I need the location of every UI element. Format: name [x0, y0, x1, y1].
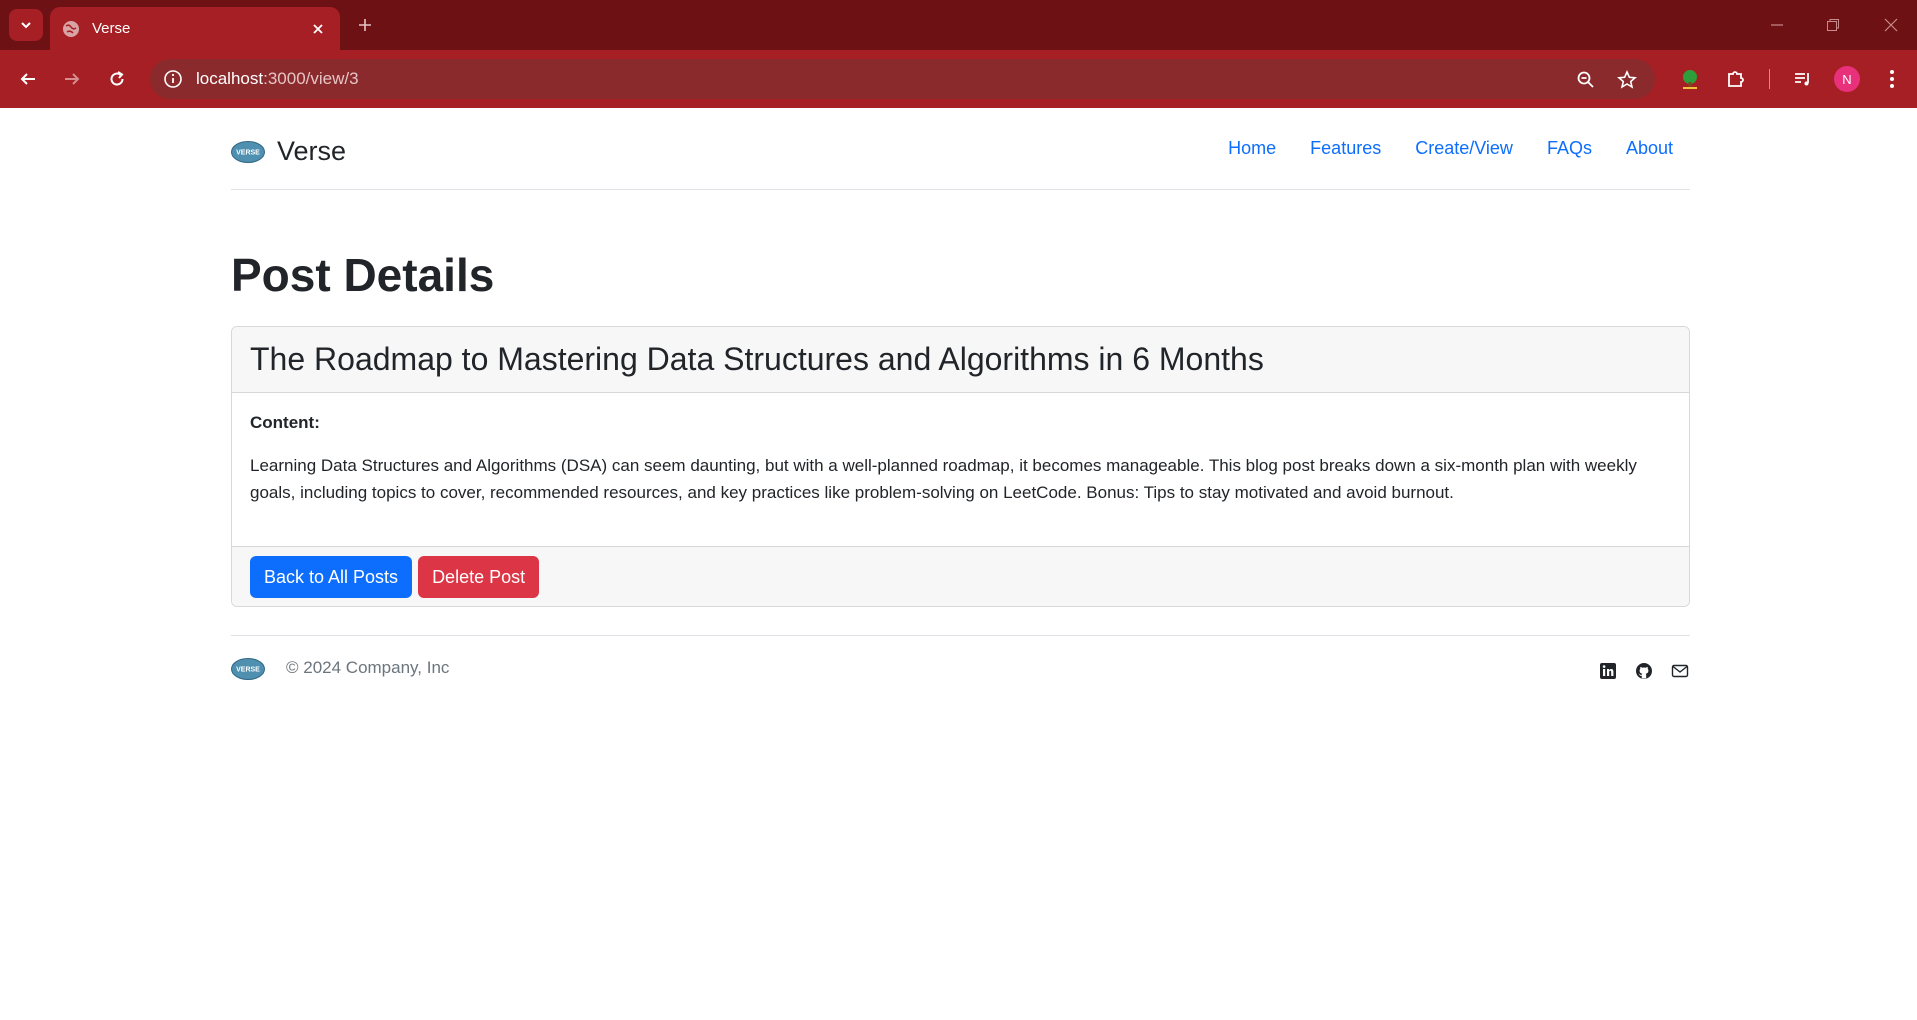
page-title: Post Details: [231, 249, 495, 301]
copyright-text: © 2024 Company, Inc: [286, 658, 450, 677]
close-icon: [313, 23, 323, 34]
bookmark-button[interactable]: [1615, 68, 1639, 92]
post-card-footer: Back to All Posts Delete Post: [232, 546, 1689, 606]
forward-button[interactable]: [56, 63, 88, 95]
puzzle-icon: [1728, 71, 1744, 87]
restore-button[interactable]: [1820, 12, 1846, 38]
back-to-all-posts-button[interactable]: Back to All Posts: [250, 556, 413, 598]
nav-about-link[interactable]: About: [1609, 138, 1690, 159]
minimize-button[interactable]: [1764, 12, 1790, 38]
logo-wordmark: VERSE: [236, 149, 260, 156]
toolbar-separator: [1769, 69, 1770, 89]
minimize-icon: [1771, 24, 1783, 26]
profile-avatar[interactable]: N: [1834, 66, 1860, 92]
logo-wordmark: VERSE: [236, 667, 260, 674]
plus-icon: [359, 19, 371, 31]
mail-icon[interactable]: [1670, 661, 1690, 681]
new-tab-button[interactable]: [352, 12, 378, 38]
post-card: The Roadmap to Mastering Data Structures…: [231, 326, 1690, 607]
post-card-body: Content: Learning Data Structures and Al…: [232, 393, 1689, 546]
verse-logo-icon: VERSE: [231, 140, 265, 163]
url-host: localhost: [196, 69, 264, 88]
address-bar[interactable]: localhost:3000/view/3: [150, 59, 1655, 99]
url-path: :3000/view/3: [263, 69, 359, 88]
site-footer: VERSE © 2024 Company, Inc: [231, 635, 1690, 705]
browser-tab-strip: Verse: [0, 0, 1917, 50]
url-text: localhost:3000/view/3: [196, 69, 359, 89]
playlist-icon: [1795, 73, 1809, 86]
site-info-icon[interactable]: [162, 68, 184, 90]
tab-close-button[interactable]: [308, 19, 328, 39]
media-control-button[interactable]: [1789, 65, 1817, 93]
linkedin-icon[interactable]: [1598, 661, 1618, 681]
zoom-button[interactable]: [1574, 68, 1598, 92]
chevron-down-icon: [21, 22, 31, 29]
zoom-out-icon: [1577, 71, 1594, 88]
browser-menu-button[interactable]: [1878, 65, 1906, 93]
reload-button[interactable]: [101, 63, 133, 95]
social-links: [1582, 661, 1690, 681]
globe-icon: [63, 20, 79, 37]
post-content: Learning Data Structures and Algorithms …: [250, 456, 1637, 502]
reload-icon: [110, 71, 124, 86]
back-button[interactable]: [12, 63, 44, 95]
close-icon: [1884, 18, 1898, 32]
close-window-button[interactable]: [1878, 12, 1904, 38]
nav-features-link[interactable]: Features: [1293, 138, 1398, 159]
brand-link[interactable]: VERSE Verse: [231, 136, 346, 167]
verse-logo-icon[interactable]: VERSE: [231, 658, 265, 680]
extension-tree-button[interactable]: [1676, 65, 1704, 93]
site-header: VERSE Verse Home Features Create/View FA…: [231, 108, 1690, 190]
tree-extension-icon: [1683, 70, 1697, 89]
more-vertical-icon: [1890, 70, 1894, 88]
content-label: Content:: [250, 413, 320, 432]
star-icon: [1617, 70, 1637, 89]
github-icon[interactable]: [1634, 661, 1654, 681]
restore-icon: [1827, 19, 1839, 31]
page-viewport: VERSE Verse Home Features Create/View FA…: [0, 108, 1917, 1020]
browser-tab-active[interactable]: Verse: [50, 7, 340, 50]
nav-create-view-link[interactable]: Create/View: [1398, 138, 1530, 159]
arrow-left-icon: [20, 73, 35, 85]
nav-home-link[interactable]: Home: [1211, 138, 1293, 159]
browser-toolbar: localhost:3000/view/3: [0, 50, 1917, 108]
tab-search-button[interactable]: [9, 9, 43, 41]
extensions-button[interactable]: [1722, 65, 1750, 93]
post-title: The Roadmap to Mastering Data Structures…: [250, 341, 1264, 377]
post-card-header: The Roadmap to Mastering Data Structures…: [232, 327, 1689, 393]
brand-name: Verse: [277, 136, 347, 166]
tab-title: Verse: [92, 20, 131, 37]
nav-faqs-link[interactable]: FAQs: [1530, 138, 1609, 159]
main-nav: Home Features Create/View FAQs About: [1211, 138, 1690, 159]
arrow-right-icon: [65, 73, 80, 85]
delete-post-button[interactable]: Delete Post: [418, 556, 540, 598]
